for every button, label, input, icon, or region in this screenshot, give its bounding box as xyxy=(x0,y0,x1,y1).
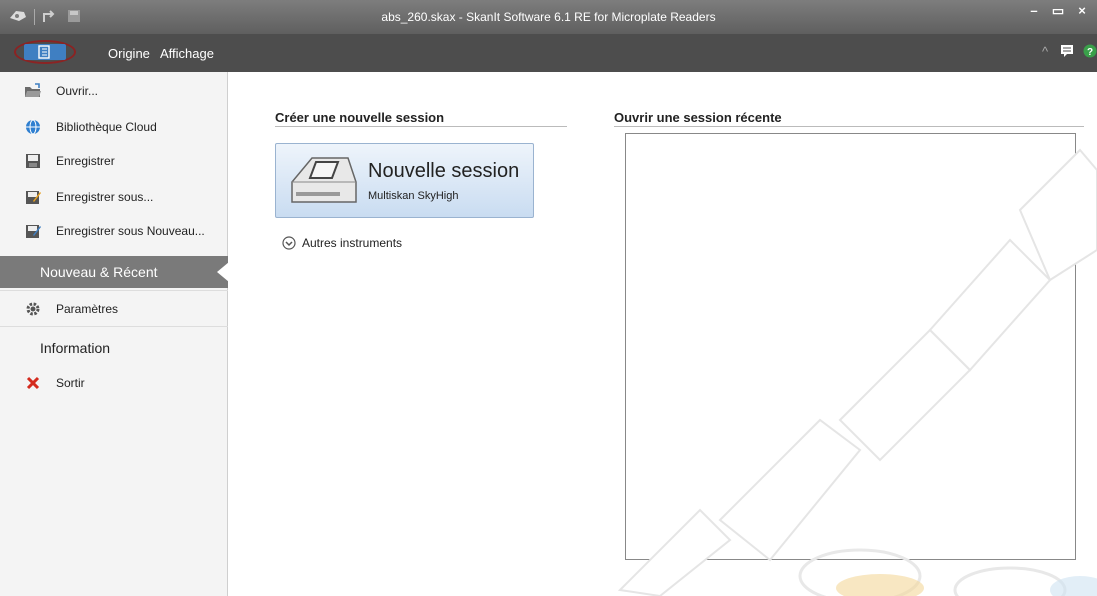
sidebar-item-label: Sortir xyxy=(56,376,85,390)
recent-sessions-list[interactable] xyxy=(625,133,1076,560)
help-icon[interactable]: ? xyxy=(1083,44,1097,61)
sidebar-item-save-as[interactable]: Enregistrer sous... xyxy=(0,182,228,212)
sidebar-item-label: Paramètres xyxy=(56,302,119,316)
close-button[interactable]: × xyxy=(1071,2,1093,20)
file-menu-icon xyxy=(38,45,50,59)
sidebar-item-label: Ouvrir... xyxy=(56,84,99,98)
divider xyxy=(0,326,228,327)
svg-text:?: ? xyxy=(1087,47,1093,58)
divider xyxy=(275,126,567,127)
save-as-icon xyxy=(24,188,42,206)
collapse-ribbon-icon[interactable]: ^ xyxy=(1042,44,1048,59)
active-indicator xyxy=(217,262,229,282)
new-session-title: Nouvelle session xyxy=(368,160,520,182)
title-bar: abs_260.skax - SkanIt Software 6.1 RE fo… xyxy=(0,0,1097,34)
microplate-reader-icon xyxy=(286,152,362,213)
sidebar-nav-label: Nouveau & Récent xyxy=(40,264,158,280)
save-as-new-icon xyxy=(24,222,42,240)
other-instruments-label: Autres instruments xyxy=(302,236,403,250)
menu-affichage[interactable]: Affichage xyxy=(160,46,214,61)
other-instruments-toggle[interactable]: Autres instruments xyxy=(282,236,402,250)
window-controls: – ▭ × xyxy=(1023,2,1093,20)
sidebar-item-label: Enregistrer sous... xyxy=(56,190,154,204)
sidebar-item-save[interactable]: Enregistrer xyxy=(0,146,228,176)
sidebar-item-open[interactable]: Ouvrir... xyxy=(0,76,228,106)
window-title: abs_260.skax - SkanIt Software 6.1 RE fo… xyxy=(381,10,716,24)
new-session-button[interactable]: Nouvelle session Multiskan SkyHigh xyxy=(275,143,534,218)
divider xyxy=(0,290,228,291)
menu-bar: Origine Affichage ^ ? xyxy=(0,34,1097,72)
maximize-button[interactable]: ▭ xyxy=(1047,2,1069,20)
chevron-down-icon xyxy=(282,236,296,250)
create-session-heading: Créer une nouvelle session xyxy=(275,110,445,125)
globe-icon xyxy=(24,118,42,136)
sidebar-item-exit[interactable]: Sortir xyxy=(0,368,228,398)
sidebar-nav-new-recent[interactable]: Nouveau & Récent xyxy=(0,256,229,288)
sidebar-item-label: Bibliothèque Cloud xyxy=(56,120,157,134)
file-menu-highlight xyxy=(24,44,66,60)
file-menu-button[interactable] xyxy=(14,40,76,64)
backstage-sidebar: Ouvrir... Bibliothèque Cloud Enregistrer… xyxy=(0,72,229,596)
sidebar-nav-information[interactable]: Information xyxy=(40,340,110,356)
sidebar-item-settings[interactable]: Paramètres xyxy=(0,294,228,324)
feedback-icon[interactable] xyxy=(1060,44,1074,61)
close-icon xyxy=(24,374,42,392)
recent-session-heading: Ouvrir une session récente xyxy=(614,110,782,125)
sidebar-item-save-as-new[interactable]: Enregistrer sous Nouveau... xyxy=(0,216,228,246)
divider xyxy=(614,126,1084,127)
open-folder-icon xyxy=(24,82,42,100)
sidebar-item-label: Enregistrer sous Nouveau... xyxy=(56,224,205,238)
save-icon xyxy=(24,152,42,170)
gear-icon xyxy=(24,300,42,318)
new-session-instrument: Multiskan SkyHigh xyxy=(368,190,459,202)
sidebar-item-cloud-library[interactable]: Bibliothèque Cloud xyxy=(0,112,228,142)
sidebar-item-label: Enregistrer xyxy=(56,154,115,168)
minimize-button[interactable]: – xyxy=(1023,2,1045,20)
menu-origine[interactable]: Origine xyxy=(108,46,150,61)
